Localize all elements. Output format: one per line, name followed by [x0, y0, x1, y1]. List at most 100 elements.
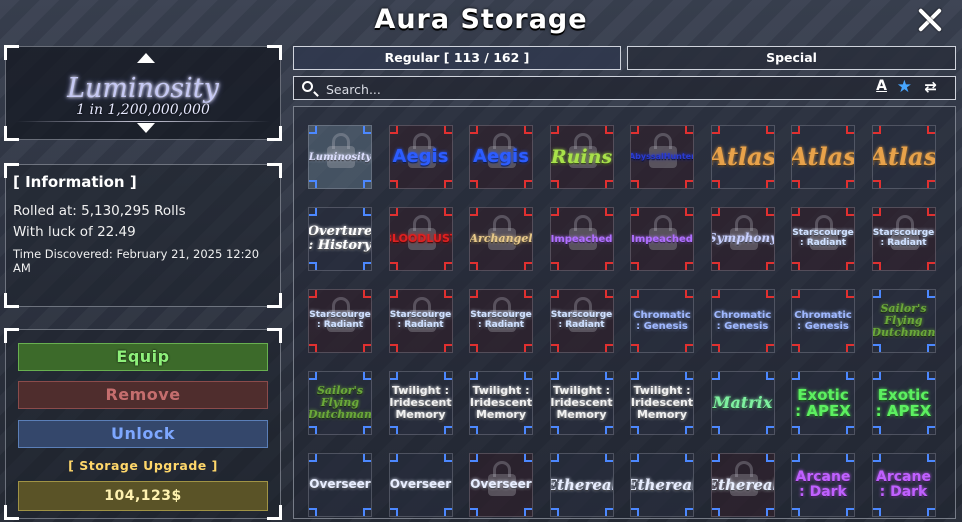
- aura-slot[interactable]: Impeached: [630, 207, 694, 271]
- aura-slot[interactable]: Overture : History: [308, 207, 372, 271]
- information-heading: [ Information ]: [13, 173, 137, 191]
- aura-slot-label: Ethereal: [630, 475, 693, 494]
- luck-text: With luck of 22.49: [13, 224, 136, 240]
- swap-icon[interactable]: ⇄: [924, 78, 937, 96]
- aura-slot-label: Exotic : APEX: [795, 385, 851, 420]
- aura-slot-label: Impeached: [631, 233, 693, 245]
- aura-slot[interactable]: Aegis: [388, 125, 453, 189]
- aura-grid: Luminosity Aegis Aegis Ruins AbyssalHunter At…: [308, 125, 936, 517]
- close-icon[interactable]: [916, 6, 944, 34]
- aura-slot-label: AbyssalHunter: [630, 151, 694, 161]
- previous-aura-arrow-icon[interactable]: [137, 53, 155, 63]
- aura-slot-label: Chromatic : Genesis: [794, 310, 852, 332]
- aura-slot-label: BLOODLUST: [390, 231, 452, 245]
- storage-upgrade-label: [ Storage Upgrade ]: [68, 458, 218, 473]
- unlock-button[interactable]: Unlock: [18, 420, 268, 448]
- aura-slot[interactable]: Starscourge : Radiant: [308, 289, 372, 353]
- aura-slot-label: Twilight : Iridescent Memory: [550, 383, 613, 422]
- aura-slot[interactable]: Overseer: [469, 453, 533, 517]
- aura-slot-label: Overseer: [470, 477, 532, 492]
- aura-slot[interactable]: Ethereal: [549, 453, 614, 517]
- storage-upgrade-button[interactable]: 104,123$: [18, 481, 268, 511]
- aura-slot[interactable]: Starscourge : Radiant: [791, 207, 855, 271]
- aura-slot-label: Arcane : Dark: [795, 468, 851, 500]
- aura-slot[interactable]: Chromatic : Genesis: [710, 289, 775, 353]
- aura-slot[interactable]: Arcane : Dark: [871, 453, 936, 517]
- rolled-at-text: Rolled at: 5,130,295 Rolls: [13, 203, 186, 219]
- search-bar: A ★ ⇄: [293, 76, 956, 100]
- aura-slot[interactable]: Ruins: [549, 125, 614, 189]
- aura-slot[interactable]: Overseer: [308, 453, 372, 517]
- next-aura-arrow-icon[interactable]: [137, 123, 155, 133]
- aura-slot-label: Symphony: [710, 231, 775, 246]
- information-panel: [ Information ] Rolled at: 5,130,295 Rol…: [4, 163, 282, 308]
- aura-slot-label: Luminosity: [308, 151, 372, 163]
- aura-slot[interactable]: Chromatic : Genesis: [630, 289, 694, 353]
- aura-slot-label: Overseer: [389, 477, 452, 492]
- aura-slot[interactable]: Exotic : APEX: [871, 371, 936, 435]
- aura-slot[interactable]: Matrix: [710, 371, 775, 435]
- aura-slot[interactable]: Exotic : APEX: [791, 371, 855, 435]
- aura-slot-label: Twilight : Iridescent Memory: [630, 383, 694, 422]
- aura-slot[interactable]: Aegis: [469, 125, 533, 189]
- aura-slot[interactable]: Archangel: [469, 207, 533, 271]
- aura-slot[interactable]: AbyssalHunter: [630, 125, 694, 189]
- aura-slot-label: Aegis: [473, 146, 529, 168]
- aura-slot[interactable]: Atlas: [710, 125, 775, 189]
- aura-slot[interactable]: Ethereal: [710, 453, 775, 517]
- aura-slot[interactable]: Starscourge : Radiant: [549, 289, 614, 353]
- title-bar: Aura Storage: [0, 0, 962, 40]
- sort-alphabetical-icon[interactable]: A: [876, 78, 887, 94]
- aura-slot-label: Exotic : APEX: [875, 385, 932, 420]
- aura-slot-label: Atlas: [710, 141, 775, 171]
- tab-regular[interactable]: Regular [ 113 / 162 ]: [293, 46, 621, 70]
- aura-slot-label: Atlas: [871, 141, 936, 171]
- remove-button[interactable]: Remove: [18, 381, 268, 409]
- window-title: Aura Storage: [374, 4, 588, 35]
- tab-special[interactable]: Special: [627, 46, 956, 70]
- aura-slot[interactable]: Sailor's Flying Dutchman: [871, 289, 936, 353]
- star-icon[interactable]: ★: [897, 77, 912, 97]
- aura-slot-label: Overseer: [309, 477, 371, 492]
- aura-slot[interactable]: Atlas: [871, 125, 936, 189]
- aura-slot[interactable]: BLOODLUST: [388, 207, 453, 271]
- aura-slot-label: Starscourge : Radiant: [389, 310, 452, 330]
- discovered-text: Time Discovered: February 21, 2025 12:20…: [13, 247, 260, 275]
- aura-slot-label: Sailor's Flying Dutchman: [308, 383, 372, 422]
- aura-slot-label: Starscourge : Radiant: [470, 310, 532, 330]
- aura-slot[interactable]: Chromatic : Genesis: [791, 289, 855, 353]
- aura-slot-label: Starscourge : Radiant: [792, 228, 854, 248]
- aura-slot[interactable]: Starscourge : Radiant: [469, 289, 533, 353]
- aura-slot-label: Atlas: [791, 141, 855, 171]
- aura-slot[interactable]: Symphony: [710, 207, 775, 271]
- aura-slot[interactable]: Arcane : Dark: [791, 453, 855, 517]
- actions-panel: Equip Remove Unlock [ Storage Upgrade ] …: [4, 328, 282, 520]
- aura-slot[interactable]: Twilight : Iridescent Memory: [549, 371, 614, 435]
- aura-slot-label: Chromatic : Genesis: [633, 310, 691, 332]
- aura-slot-label: Starscourge : Radiant: [309, 310, 371, 330]
- aura-slot[interactable]: Sailor's Flying Dutchman: [308, 371, 372, 435]
- equip-button[interactable]: Equip: [18, 343, 268, 371]
- aura-slot[interactable]: Luminosity: [308, 125, 372, 189]
- aura-slot[interactable]: Starscourge : Radiant: [388, 289, 453, 353]
- aura-slot[interactable]: Atlas: [791, 125, 855, 189]
- aura-slot[interactable]: Starscourge : Radiant: [871, 207, 936, 271]
- aura-slot-label: Impeached: [550, 233, 613, 245]
- aura-divider: [16, 121, 270, 122]
- search-input[interactable]: [324, 79, 848, 99]
- aura-slot-label: Starscourge : Radiant: [872, 228, 935, 248]
- aura-slot[interactable]: Twilight : Iridescent Memory: [388, 371, 453, 435]
- aura-slot[interactable]: Ethereal: [630, 453, 694, 517]
- aura-slot[interactable]: Twilight : Iridescent Memory: [469, 371, 533, 435]
- aura-slot[interactable]: Twilight : Iridescent Memory: [630, 371, 694, 435]
- aura-slot-label: Twilight : Iridescent Memory: [469, 383, 533, 422]
- search-icon: [302, 81, 313, 92]
- aura-slot-label: Chromatic : Genesis: [713, 310, 772, 332]
- aura-slot-label: Archangel: [469, 231, 533, 245]
- aura-slot-label: Ethereal: [549, 475, 613, 494]
- aura-slot-label: Twilight : Iridescent Memory: [389, 383, 452, 422]
- aura-slot-label: Starscourge : Radiant: [550, 310, 613, 330]
- aura-slot[interactable]: Overseer: [388, 453, 453, 517]
- aura-rarity: 1 in 1,200,000,000: [76, 102, 210, 118]
- aura-slot[interactable]: Impeached: [549, 207, 614, 271]
